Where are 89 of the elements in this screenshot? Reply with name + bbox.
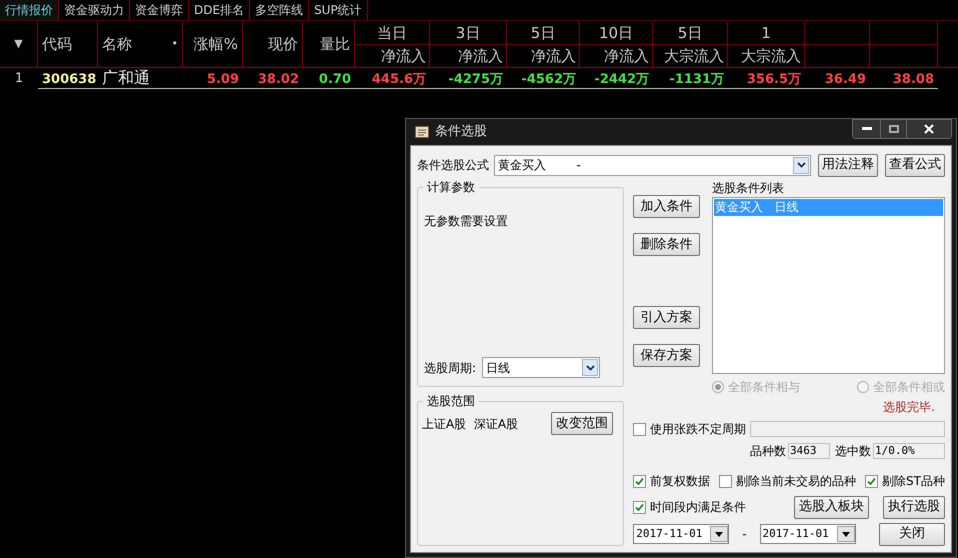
dialog-button[interactable]: 查看公式: [885, 154, 945, 176]
table-cell: 5.09: [206, 72, 239, 87]
checkbox-label: 使用张跌不定周期: [650, 421, 746, 438]
column-header[interactable]: 当日: [377, 22, 407, 44]
dialog-button[interactable]: 保存方案: [633, 344, 700, 367]
count-label: 选中数: [835, 443, 871, 460]
tab[interactable]: 资金驱动力: [59, 0, 130, 20]
formula-select[interactable]: 黄金买入 -: [494, 154, 811, 176]
dialog-button[interactable]: 执行选股: [883, 496, 945, 518]
list-label: 选股条件列表: [712, 180, 786, 197]
parameter-message: 无参数需要设置: [424, 213, 509, 230]
minimize-icon: [862, 127, 872, 131]
checkbox-label: 剔除ST品种: [882, 473, 945, 490]
dialog-button[interactable]: 加入条件: [633, 195, 700, 218]
date-separator: -: [742, 526, 747, 543]
count-field: 3463: [788, 443, 830, 459]
checkbox[interactable]: [719, 474, 732, 488]
period-select[interactable]: 日线: [482, 357, 600, 378]
column-header[interactable]: 量比: [320, 33, 350, 56]
column-header[interactable]: 净流入: [531, 45, 576, 68]
column-header[interactable]: 大宗流入: [664, 45, 724, 68]
table-cell: 广和通: [102, 68, 150, 87]
column-header[interactable]: 5日: [678, 22, 702, 44]
radio-label: 全部条件相与: [728, 379, 800, 396]
period-field[interactable]: [750, 421, 945, 437]
dialog-button[interactable]: 用法注释: [818, 154, 878, 176]
checkbox-label: 时间段内满足条件: [650, 499, 746, 516]
column-header[interactable]: 5日: [530, 22, 556, 44]
check-icon: [635, 476, 644, 486]
checkbox-label: 剔除当前未交易的品种: [736, 473, 856, 490]
dialog-button[interactable]: 关闭: [879, 522, 945, 546]
dialog-button[interactable]: 改变范围: [551, 412, 614, 435]
column-header[interactable]: 3日: [456, 22, 480, 44]
check-icon: [867, 476, 876, 486]
row-number: 1: [14, 70, 24, 88]
range-text: 上证A股 深证A股: [422, 416, 518, 432]
checkbox[interactable]: [633, 500, 646, 514]
checkbox[interactable]: [865, 474, 878, 488]
field-label: 条件选股公式: [417, 157, 489, 174]
window-icon: [415, 126, 429, 138]
close-button[interactable]: [906, 120, 951, 138]
check-icon: [635, 502, 644, 512]
table-cell: 356.5万: [746, 72, 801, 87]
tab[interactable]: 多空阵线: [250, 0, 310, 20]
date-field[interactable]: 2017-11-01: [633, 524, 730, 544]
column-header[interactable]: 大宗流入: [741, 45, 801, 68]
field-label: 选股周期:: [424, 360, 476, 376]
table-cell: 38.08: [892, 72, 934, 87]
column-header[interactable]: 1: [761, 22, 771, 44]
table-cell: -4562万: [521, 72, 576, 87]
tab[interactable]: 资金博弈: [130, 0, 189, 20]
dialog-button[interactable]: 引入方案: [633, 306, 700, 329]
column-header[interactable]: 涨幅%: [194, 33, 238, 56]
date-field[interactable]: 2017-11-01: [760, 524, 856, 544]
column-header[interactable]: 现价: [268, 33, 298, 56]
table-cell: 445.6万: [372, 72, 426, 87]
table-cell: 0.70: [318, 72, 351, 87]
group-title: 计算参数: [423, 179, 479, 195]
checkbox-label: 前复权数据: [650, 473, 710, 490]
status-text: 选股完毕.: [883, 399, 935, 416]
radio-label: 全部条件相或: [873, 379, 945, 396]
maximize-button[interactable]: [880, 120, 906, 138]
column-header[interactable]: 代码: [42, 33, 72, 56]
column-marker: •: [172, 36, 178, 52]
minimize-button[interactable]: [853, 120, 880, 138]
tab[interactable]: DDE排名: [189, 0, 250, 20]
checkbox[interactable]: [633, 422, 646, 436]
count-label: 品种数: [750, 443, 786, 460]
close-icon: [924, 124, 934, 134]
column-header[interactable]: 10日: [598, 22, 634, 44]
table-cell: -1131万: [669, 72, 724, 87]
checkbox[interactable]: [633, 474, 646, 488]
tab[interactable]: SUP统计: [309, 0, 368, 20]
maximize-icon: [888, 125, 898, 133]
table-cell: 38.02: [258, 72, 299, 87]
window-title: 条件选股: [435, 123, 487, 142]
tab[interactable]: 行情报价: [0, 0, 59, 20]
count-field: 1/0.0%: [873, 443, 945, 459]
column-header[interactable]: 净流入: [458, 45, 503, 68]
table-cell: 36.49: [824, 72, 866, 87]
column-header[interactable]: 名称: [102, 33, 132, 56]
table-cell: -2442万: [594, 72, 649, 87]
group-title: 选股范围: [423, 393, 479, 409]
column-header[interactable]: 净流入: [604, 45, 649, 68]
table-cell: 300638: [42, 72, 96, 87]
table-cell: -4275万: [448, 72, 503, 87]
column-header[interactable]: 净流入: [381, 45, 426, 68]
dialog-button[interactable]: 选股入板块: [794, 496, 869, 518]
dialog-button[interactable]: 删除条件: [633, 233, 700, 256]
